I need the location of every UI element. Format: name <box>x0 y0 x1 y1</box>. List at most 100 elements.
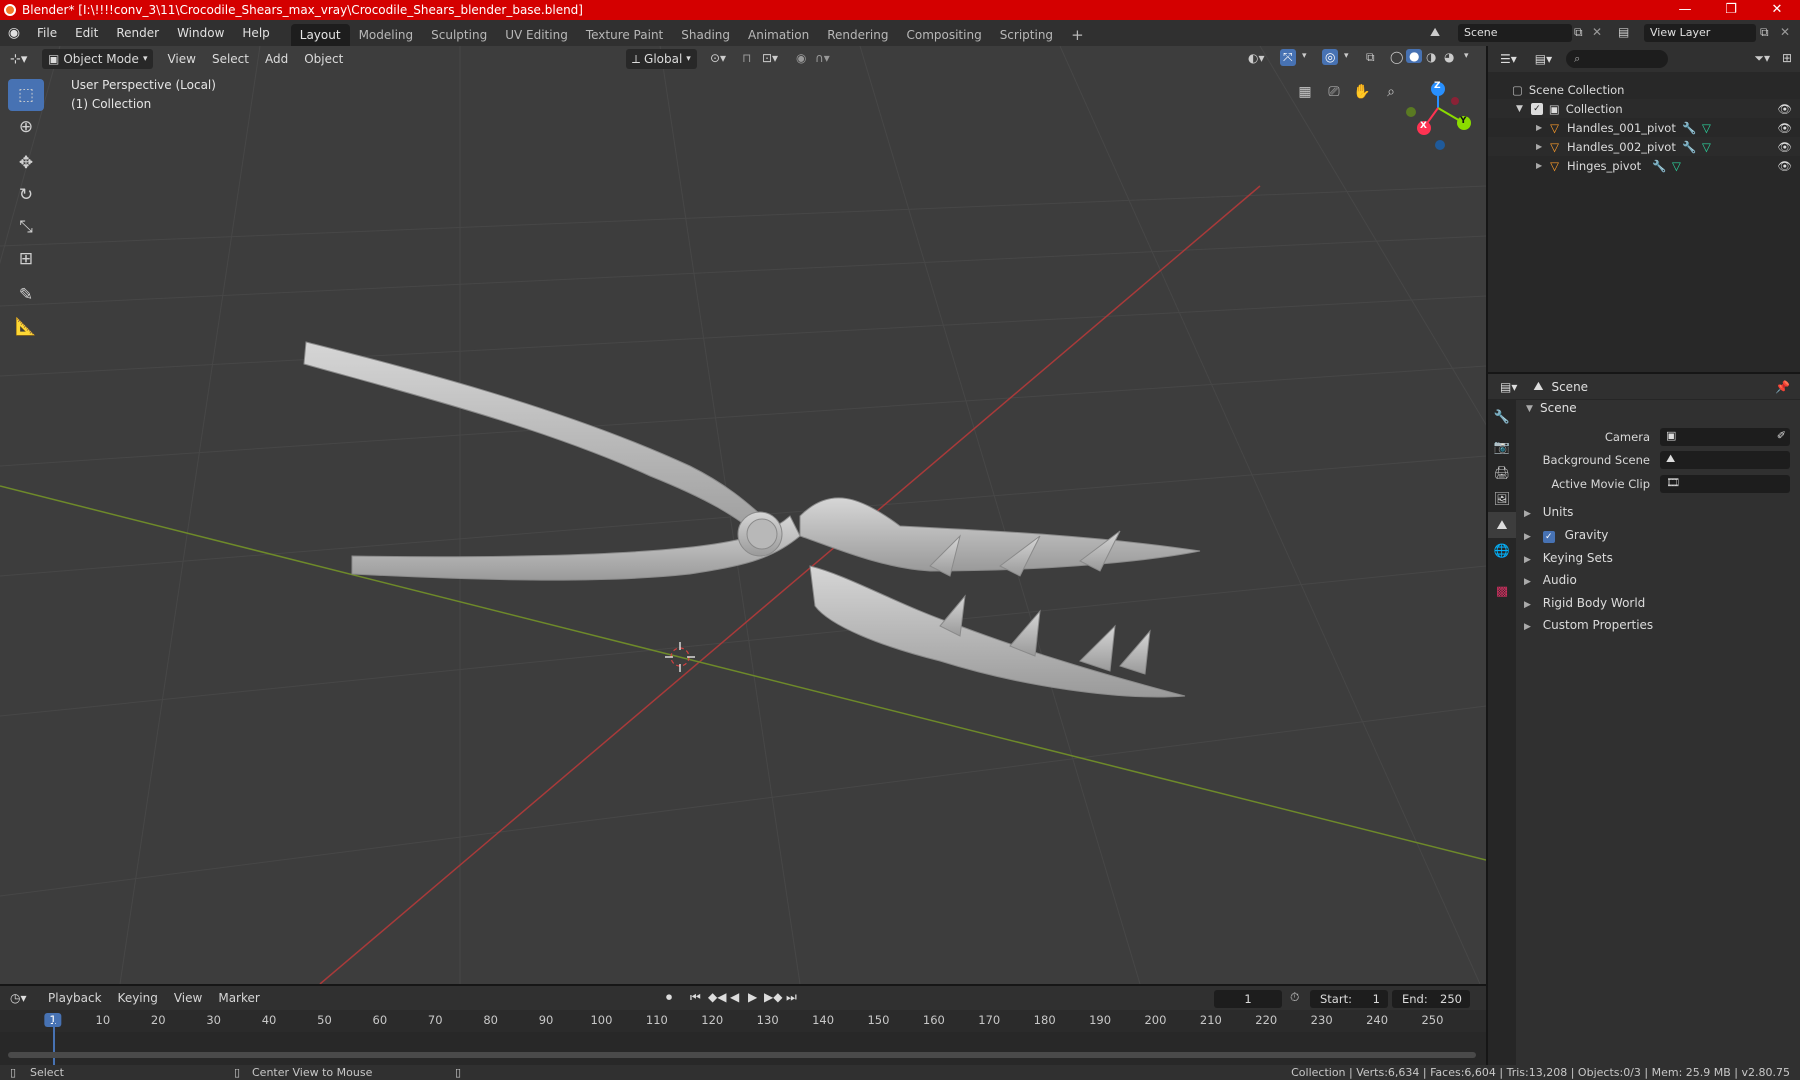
object-visibility-eye-icon[interactable]: 👁 <box>1777 159 1792 173</box>
snap-icon[interactable]: ⊓ <box>742 51 751 65</box>
falloff-icon[interactable]: ∩▾ <box>815 51 830 65</box>
audio-section[interactable]: ▶ Audio <box>1524 573 1577 587</box>
gizmo-toggle-icon[interactable]: ⤧ <box>1280 49 1296 66</box>
viewport-menu-object[interactable]: Object <box>296 46 351 72</box>
object-visibility-eye-icon[interactable]: 👁 <box>1777 121 1792 135</box>
outliner-scene-collection[interactable]: ▢ Scene Collection <box>1488 80 1800 99</box>
delete-view-layer-icon[interactable]: ✕ <box>1780 25 1790 39</box>
camera-field[interactable]: ▣ ✐ <box>1660 428 1790 446</box>
transform-orientation-dropdown[interactable]: ⟂ Global ▾ <box>626 49 697 69</box>
rotate-tool-icon[interactable]: ↻ <box>8 179 44 211</box>
texture-tab-icon[interactable]: ▩ <box>1488 578 1516 604</box>
gravity-checkbox[interactable]: ✓ <box>1542 531 1555 543</box>
gizmo-y-label[interactable]: Y <box>1460 116 1467 126</box>
units-section[interactable]: ▶ Units <box>1524 505 1573 519</box>
add-workspace-button[interactable]: + <box>1062 24 1093 46</box>
menu-window[interactable]: Window <box>168 20 233 46</box>
expand-arrow-icon[interactable]: ▼ <box>1516 104 1523 114</box>
mode-dropdown[interactable]: ▣ Object Mode ▾ <box>42 49 154 69</box>
timeline-editor-type-icon[interactable]: ◷▾ <box>10 991 40 1005</box>
modifier-wrench-icon[interactable]: 🔧 <box>1682 140 1696 154</box>
cursor-tool-icon[interactable]: ⊕ <box>8 111 44 143</box>
world-tab-icon[interactable]: 🌐 <box>1488 538 1516 564</box>
camera-view-icon[interactable]: ⎚ <box>1322 80 1346 104</box>
shading-dropdown-icon[interactable]: ▾ <box>1464 51 1469 61</box>
eyedropper-icon[interactable]: ✐ <box>1777 429 1786 442</box>
tab-compositing[interactable]: Compositing <box>897 24 990 46</box>
next-keyframe-button[interactable]: ▶◆ <box>764 990 782 1004</box>
viewport-menu-add[interactable]: Add <box>257 46 296 72</box>
new-view-layer-icon[interactable]: ⧉ <box>1760 25 1769 40</box>
start-frame-field[interactable]: Start: 1 <box>1310 990 1388 1008</box>
playhead-line[interactable] <box>53 1022 55 1066</box>
frame-ruler[interactable]: 1 10 20 30 40 50 60 70 80 90 100 110 120 130 140 150 160… <box>0 1010 1486 1032</box>
mesh-data-icon[interactable]: ▽ <box>1702 121 1711 135</box>
timeline-menu-marker[interactable]: Marker <box>210 986 267 1010</box>
gizmo-dropdown-icon[interactable]: ▾ <box>1302 51 1307 61</box>
tab-shading[interactable]: Shading <box>672 24 739 46</box>
outliner-object-row[interactable]: ▶ ▽ Handles_002_pivot 🔧 ▽ 👁 <box>1488 137 1800 156</box>
pin-icon[interactable]: 📌 <box>1775 380 1790 394</box>
tab-sculpting[interactable]: Sculpting <box>422 24 496 46</box>
custom-properties-section[interactable]: ▶ Custom Properties <box>1524 618 1653 632</box>
record-button[interactable]: ⏺ <box>666 990 672 1005</box>
menu-file[interactable]: File <box>28 20 66 46</box>
zoom-icon[interactable]: ⌕ <box>1379 80 1403 104</box>
tab-uv-editing[interactable]: UV Editing <box>496 24 577 46</box>
modifier-wrench-icon[interactable]: 🔧 <box>1652 159 1666 173</box>
outliner-object-row[interactable]: ▶ ▽ Handles_001_pivot 🔧 ▽ 👁 <box>1488 118 1800 137</box>
tab-texture-paint[interactable]: Texture Paint <box>577 24 672 46</box>
tab-animation[interactable]: Animation <box>739 24 818 46</box>
delete-scene-icon[interactable]: ✕ <box>1592 25 1602 39</box>
collapse-arrow-icon[interactable]: ▼ <box>1526 404 1533 414</box>
solid-shading-icon[interactable]: ● <box>1406 49 1423 63</box>
tab-rendering[interactable]: Rendering <box>818 24 897 46</box>
scene-panel-title[interactable]: Scene <box>1540 401 1577 415</box>
timeline-menu-playback[interactable]: Playback <box>40 986 110 1010</box>
current-frame-field[interactable]: 1 <box>1214 990 1282 1008</box>
new-scene-icon[interactable]: ⧉ <box>1574 25 1583 40</box>
scale-tool-icon[interactable]: ⤡ <box>8 211 44 243</box>
rigid-body-world-section[interactable]: ▶ Rigid Body World <box>1524 596 1645 610</box>
material-shading-icon[interactable]: ◑ <box>1426 50 1436 64</box>
overlays-dropdown-icon[interactable]: ▾ <box>1344 51 1349 61</box>
minimize-button[interactable]: — <box>1662 0 1708 20</box>
new-collection-icon[interactable]: ⊞ <box>1782 51 1792 65</box>
modifier-wrench-icon[interactable]: 🔧 <box>1682 121 1696 135</box>
select-box-tool-icon[interactable]: ⬚ <box>8 79 44 111</box>
jump-end-button[interactable]: ⏭ <box>786 990 797 1005</box>
scene-browse-icon[interactable]: ⛰ <box>1430 25 1440 40</box>
tab-modeling[interactable]: Modeling <box>350 24 423 46</box>
prev-keyframe-button[interactable]: ◆◀ <box>708 990 726 1004</box>
outliner-collection-row[interactable]: ▼ ✓ ▣ Collection 👁 <box>1488 99 1800 118</box>
tab-layout[interactable]: Layout <box>290 24 350 46</box>
snap-target-icon[interactable]: ⊡▾ <box>762 51 778 65</box>
expand-arrow-icon[interactable]: ▶ <box>1536 161 1542 170</box>
preview-range-clock-icon[interactable]: ⏱ <box>1290 990 1299 1005</box>
xray-icon[interactable]: ⧉ <box>1366 50 1375 65</box>
view-layer-browse-icon[interactable]: ▤ <box>1618 25 1629 39</box>
end-frame-field[interactable]: End: 250 <box>1392 990 1470 1008</box>
overlays-toggle-icon[interactable]: ◎ <box>1322 49 1339 65</box>
active-movie-clip-field[interactable]: 🎞 <box>1660 475 1790 493</box>
outliner-editor-type-icon[interactable]: ☰▾ <box>1500 52 1517 66</box>
jump-start-button[interactable]: ⏮ <box>690 990 701 1005</box>
mesh-data-icon[interactable]: ▽ <box>1672 159 1681 173</box>
timeline-menu-keying[interactable]: Keying <box>110 986 166 1010</box>
object-visibility-eye-icon[interactable]: 👁 <box>1777 140 1792 154</box>
menu-edit[interactable]: Edit <box>66 20 107 46</box>
menu-help[interactable]: Help <box>233 20 278 46</box>
timeline-track-area[interactable] <box>0 1032 1486 1065</box>
maximize-button[interactable]: ❐ <box>1708 0 1754 20</box>
rendered-shading-icon[interactable]: ◕ <box>1444 50 1454 64</box>
transform-tool-icon[interactable]: ⊞ <box>8 243 44 275</box>
background-scene-field[interactable]: ⛰ <box>1660 451 1790 469</box>
display-mode-icon[interactable]: ▤▾ <box>1535 52 1552 66</box>
play-button[interactable]: ▶ <box>748 990 757 1004</box>
pivot-point-icon[interactable]: ⊙▾ <box>710 51 726 65</box>
tab-scripting[interactable]: Scripting <box>991 24 1062 46</box>
play-reverse-button[interactable]: ◀ <box>730 990 739 1004</box>
timeline-scrollbar[interactable] <box>8 1052 1476 1058</box>
wireframe-shading-icon[interactable]: ◯ <box>1390 50 1403 64</box>
visibility-icon[interactable]: ◐▾ <box>1248 51 1265 65</box>
